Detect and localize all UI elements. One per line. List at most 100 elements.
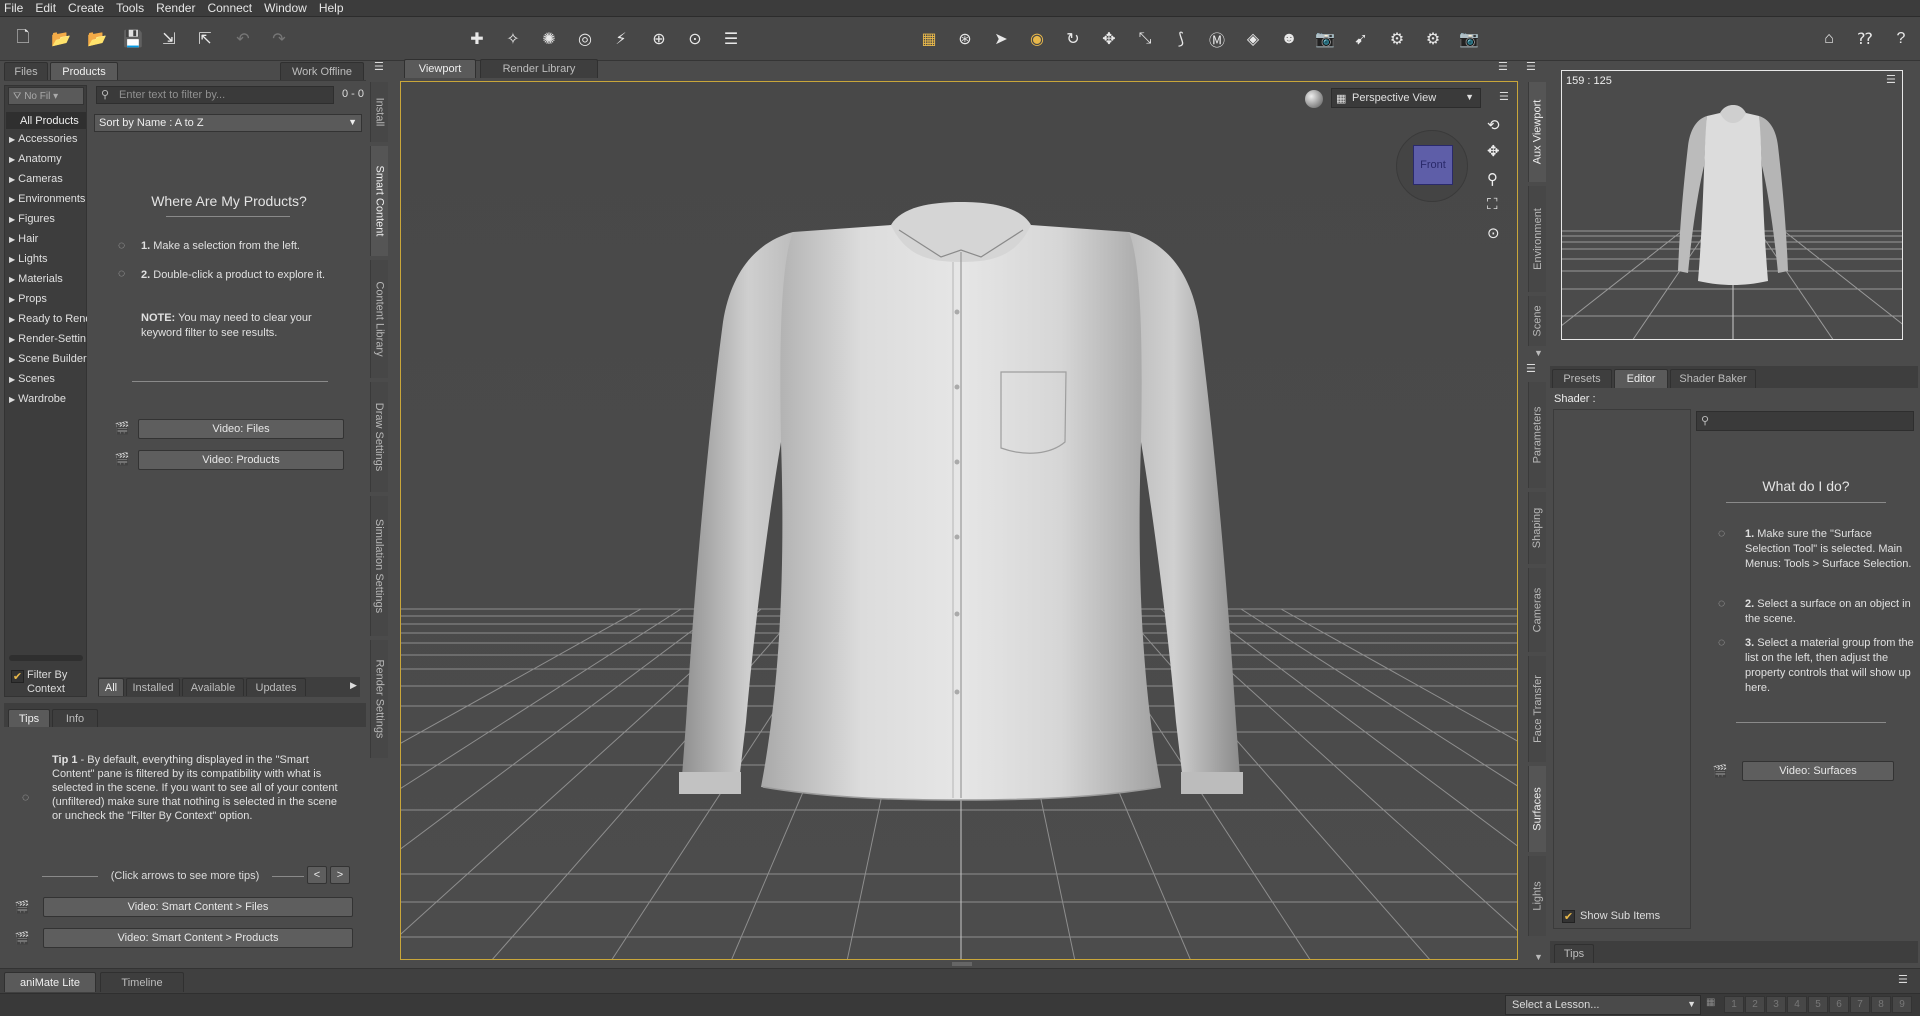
redo-icon[interactable]: ↷ bbox=[266, 27, 292, 51]
figure-tool-icon[interactable]: ☻ bbox=[1276, 27, 1302, 51]
add-node-icon[interactable]: ✚ bbox=[464, 27, 490, 51]
open-file-icon[interactable]: 📂 bbox=[48, 27, 74, 51]
menu-edit[interactable]: Edit bbox=[35, 1, 56, 15]
video-files-button[interactable]: Video: Files bbox=[138, 419, 344, 439]
video-products-button[interactable]: Video: Products bbox=[138, 450, 344, 470]
tab-viewport[interactable]: Viewport bbox=[404, 59, 476, 78]
lesson-step-button[interactable]: 7 bbox=[1850, 996, 1870, 1013]
3d-viewport[interactable]: ▦ Perspective View ▼ ☰ Front ⟲ ✥ ⚲ ⛶ ⊙ bbox=[400, 81, 1518, 960]
new-file-icon[interactable]: 🗋 bbox=[10, 27, 36, 51]
category-item[interactable]: ▶ Scenes bbox=[9, 370, 87, 388]
category-item[interactable]: ▶ Cameras bbox=[9, 170, 87, 188]
vtab-parameters[interactable]: Parameters bbox=[1528, 382, 1546, 488]
lesson-step-button[interactable]: 3 bbox=[1766, 996, 1786, 1013]
point-light-icon[interactable]: ◎ bbox=[572, 27, 598, 51]
vtab-scene[interactable]: Scene bbox=[1528, 296, 1546, 346]
sort-dropdown[interactable]: Sort by Name : A to Z ▼ bbox=[94, 114, 362, 132]
vtab-smart-content[interactable]: Smart Content bbox=[370, 146, 388, 256]
rotate-tool-icon[interactable]: ↻ bbox=[1060, 27, 1086, 51]
reset-view-icon[interactable]: ⊙ bbox=[1487, 224, 1500, 242]
video-surfaces-button[interactable]: Video: Surfaces bbox=[1742, 761, 1894, 781]
vtab-cameras[interactable]: Cameras bbox=[1528, 568, 1546, 652]
work-offline-button[interactable]: Work Offline bbox=[280, 62, 364, 80]
category-item[interactable]: ▶ Render-Settin bbox=[9, 330, 87, 348]
null-node-icon[interactable]: ⊙ bbox=[682, 27, 708, 51]
material-group-list[interactable]: ✔ Show Sub Items bbox=[1553, 409, 1691, 929]
home-icon[interactable]: ⌂ bbox=[1816, 27, 1842, 51]
lesson-select[interactable]: Select a Lesson... ▼ bbox=[1505, 995, 1701, 1015]
vtab-install[interactable]: Install bbox=[370, 82, 388, 142]
camera-add-icon[interactable]: ⊕ bbox=[646, 27, 672, 51]
tab-shader-baker[interactable]: Shader Baker bbox=[1670, 369, 1756, 388]
export-icon[interactable]: ⇱ bbox=[192, 27, 218, 51]
vtab-render-settings[interactable]: Render Settings bbox=[370, 640, 388, 758]
pane-menu-icon[interactable]: ☰ bbox=[1898, 973, 1908, 986]
prev-tip-button[interactable]: < bbox=[307, 866, 327, 884]
tab-info[interactable]: Info bbox=[52, 709, 98, 727]
menu-help[interactable]: Help bbox=[319, 1, 344, 15]
joint-editor-icon[interactable]: ⟆ bbox=[1168, 27, 1194, 51]
pane-menu-icon[interactable]: ☰ bbox=[1526, 362, 1536, 375]
tab-presets[interactable]: Presets bbox=[1552, 369, 1612, 388]
render-icon[interactable]: 📷 bbox=[1456, 27, 1482, 51]
vtab-aux-viewport[interactable]: Aux Viewport bbox=[1528, 82, 1546, 182]
category-item[interactable]: ▶ Lights bbox=[9, 250, 87, 268]
surface-select-icon[interactable]: ◈ bbox=[1240, 27, 1266, 51]
node-select-icon[interactable]: ◉ bbox=[1024, 27, 1050, 51]
video-sc-products-button[interactable]: Video: Smart Content > Products bbox=[43, 928, 353, 948]
orbit-icon[interactable]: ⟲ bbox=[1487, 116, 1500, 134]
vtab-surfaces[interactable]: Surfaces bbox=[1528, 766, 1546, 852]
vtab-face-transfer[interactable]: Face Transfer bbox=[1528, 656, 1546, 762]
tab-installed[interactable]: Installed bbox=[126, 678, 180, 696]
draw-style-icon[interactable] bbox=[1305, 90, 1323, 108]
category-item[interactable]: ▶ Ready to Rend bbox=[9, 310, 87, 328]
all-products-item[interactable]: All Products bbox=[6, 112, 86, 129]
lesson-step-button[interactable]: 9 bbox=[1892, 996, 1912, 1013]
menu-render[interactable]: Render bbox=[156, 1, 195, 15]
category-item[interactable]: ▶ Environments bbox=[9, 190, 87, 208]
render-settings-icon[interactable]: ⚙ bbox=[1384, 27, 1410, 51]
aux-viewport[interactable]: 159 : 125 ☰ bbox=[1561, 70, 1903, 340]
tab-files[interactable]: Files bbox=[4, 62, 48, 80]
vtab-simulation-settings[interactable]: Simulation Settings bbox=[370, 496, 388, 636]
group-icon[interactable]: ☰ bbox=[718, 27, 744, 51]
category-item[interactable]: ▶ Wardrobe bbox=[9, 390, 87, 408]
surface-search-input[interactable]: ⚲ bbox=[1696, 411, 1914, 431]
category-item[interactable]: ▶ Accessories bbox=[9, 130, 87, 148]
whats-this-icon[interactable]: ⁇ bbox=[1852, 27, 1878, 51]
lesson-step-button[interactable]: 1 bbox=[1724, 996, 1744, 1013]
grid-snap-icon[interactable]: ▦ bbox=[916, 27, 942, 51]
universal-tool-icon[interactable]: ⊛ bbox=[952, 27, 978, 51]
tab-editor[interactable]: Editor bbox=[1614, 369, 1668, 388]
select-tool-icon[interactable]: ➤ bbox=[988, 27, 1014, 51]
show-sub-items-checkbox[interactable]: ✔ bbox=[1562, 910, 1575, 923]
video-sc-files-button[interactable]: Video: Smart Content > Files bbox=[43, 897, 353, 917]
menu-tools[interactable]: Tools bbox=[116, 1, 144, 15]
geometry-editor-icon[interactable]: Ⓜ bbox=[1204, 27, 1230, 51]
category-item[interactable]: ▶ Materials bbox=[9, 270, 87, 288]
filter-by-context-checkbox[interactable]: ✔ bbox=[11, 670, 24, 683]
lesson-step-button[interactable]: 4 bbox=[1787, 996, 1807, 1013]
tab-animate-lite[interactable]: aniMate Lite bbox=[4, 972, 96, 992]
category-item[interactable]: ▶ Anatomy bbox=[9, 150, 87, 168]
help-icon[interactable]: ? bbox=[1888, 27, 1914, 51]
lesson-step-button[interactable]: 6 bbox=[1829, 996, 1849, 1013]
camera-tool-icon[interactable]: 📷 bbox=[1312, 27, 1338, 51]
splitter-handle[interactable] bbox=[952, 962, 972, 966]
arrow-right-icon[interactable]: ▶ bbox=[350, 680, 357, 691]
tab-tips[interactable]: Tips bbox=[8, 709, 50, 727]
menu-file[interactable]: File bbox=[4, 1, 23, 15]
view-select-dropdown[interactable]: ▦ Perspective View ▼ bbox=[1331, 88, 1481, 108]
light-wand-icon[interactable]: ⚡ bbox=[608, 27, 634, 51]
render-options-icon[interactable]: ⚙ bbox=[1420, 27, 1446, 51]
category-item[interactable]: ▶ Props bbox=[9, 290, 87, 308]
next-tip-button[interactable]: > bbox=[330, 866, 350, 884]
pan-icon[interactable]: ✥ bbox=[1487, 142, 1500, 160]
distant-light-icon[interactable]: ✺ bbox=[536, 27, 562, 51]
viewport-menu-icon[interactable]: ☰ bbox=[1499, 90, 1509, 103]
import-icon[interactable]: ⇲ bbox=[156, 27, 182, 51]
chevron-down-icon[interactable]: ▼ bbox=[1534, 348, 1543, 358]
merge-file-icon[interactable]: 📂 bbox=[84, 27, 110, 51]
save-icon[interactable]: 💾 bbox=[120, 27, 146, 51]
vtab-environment[interactable]: Environment bbox=[1528, 186, 1546, 292]
